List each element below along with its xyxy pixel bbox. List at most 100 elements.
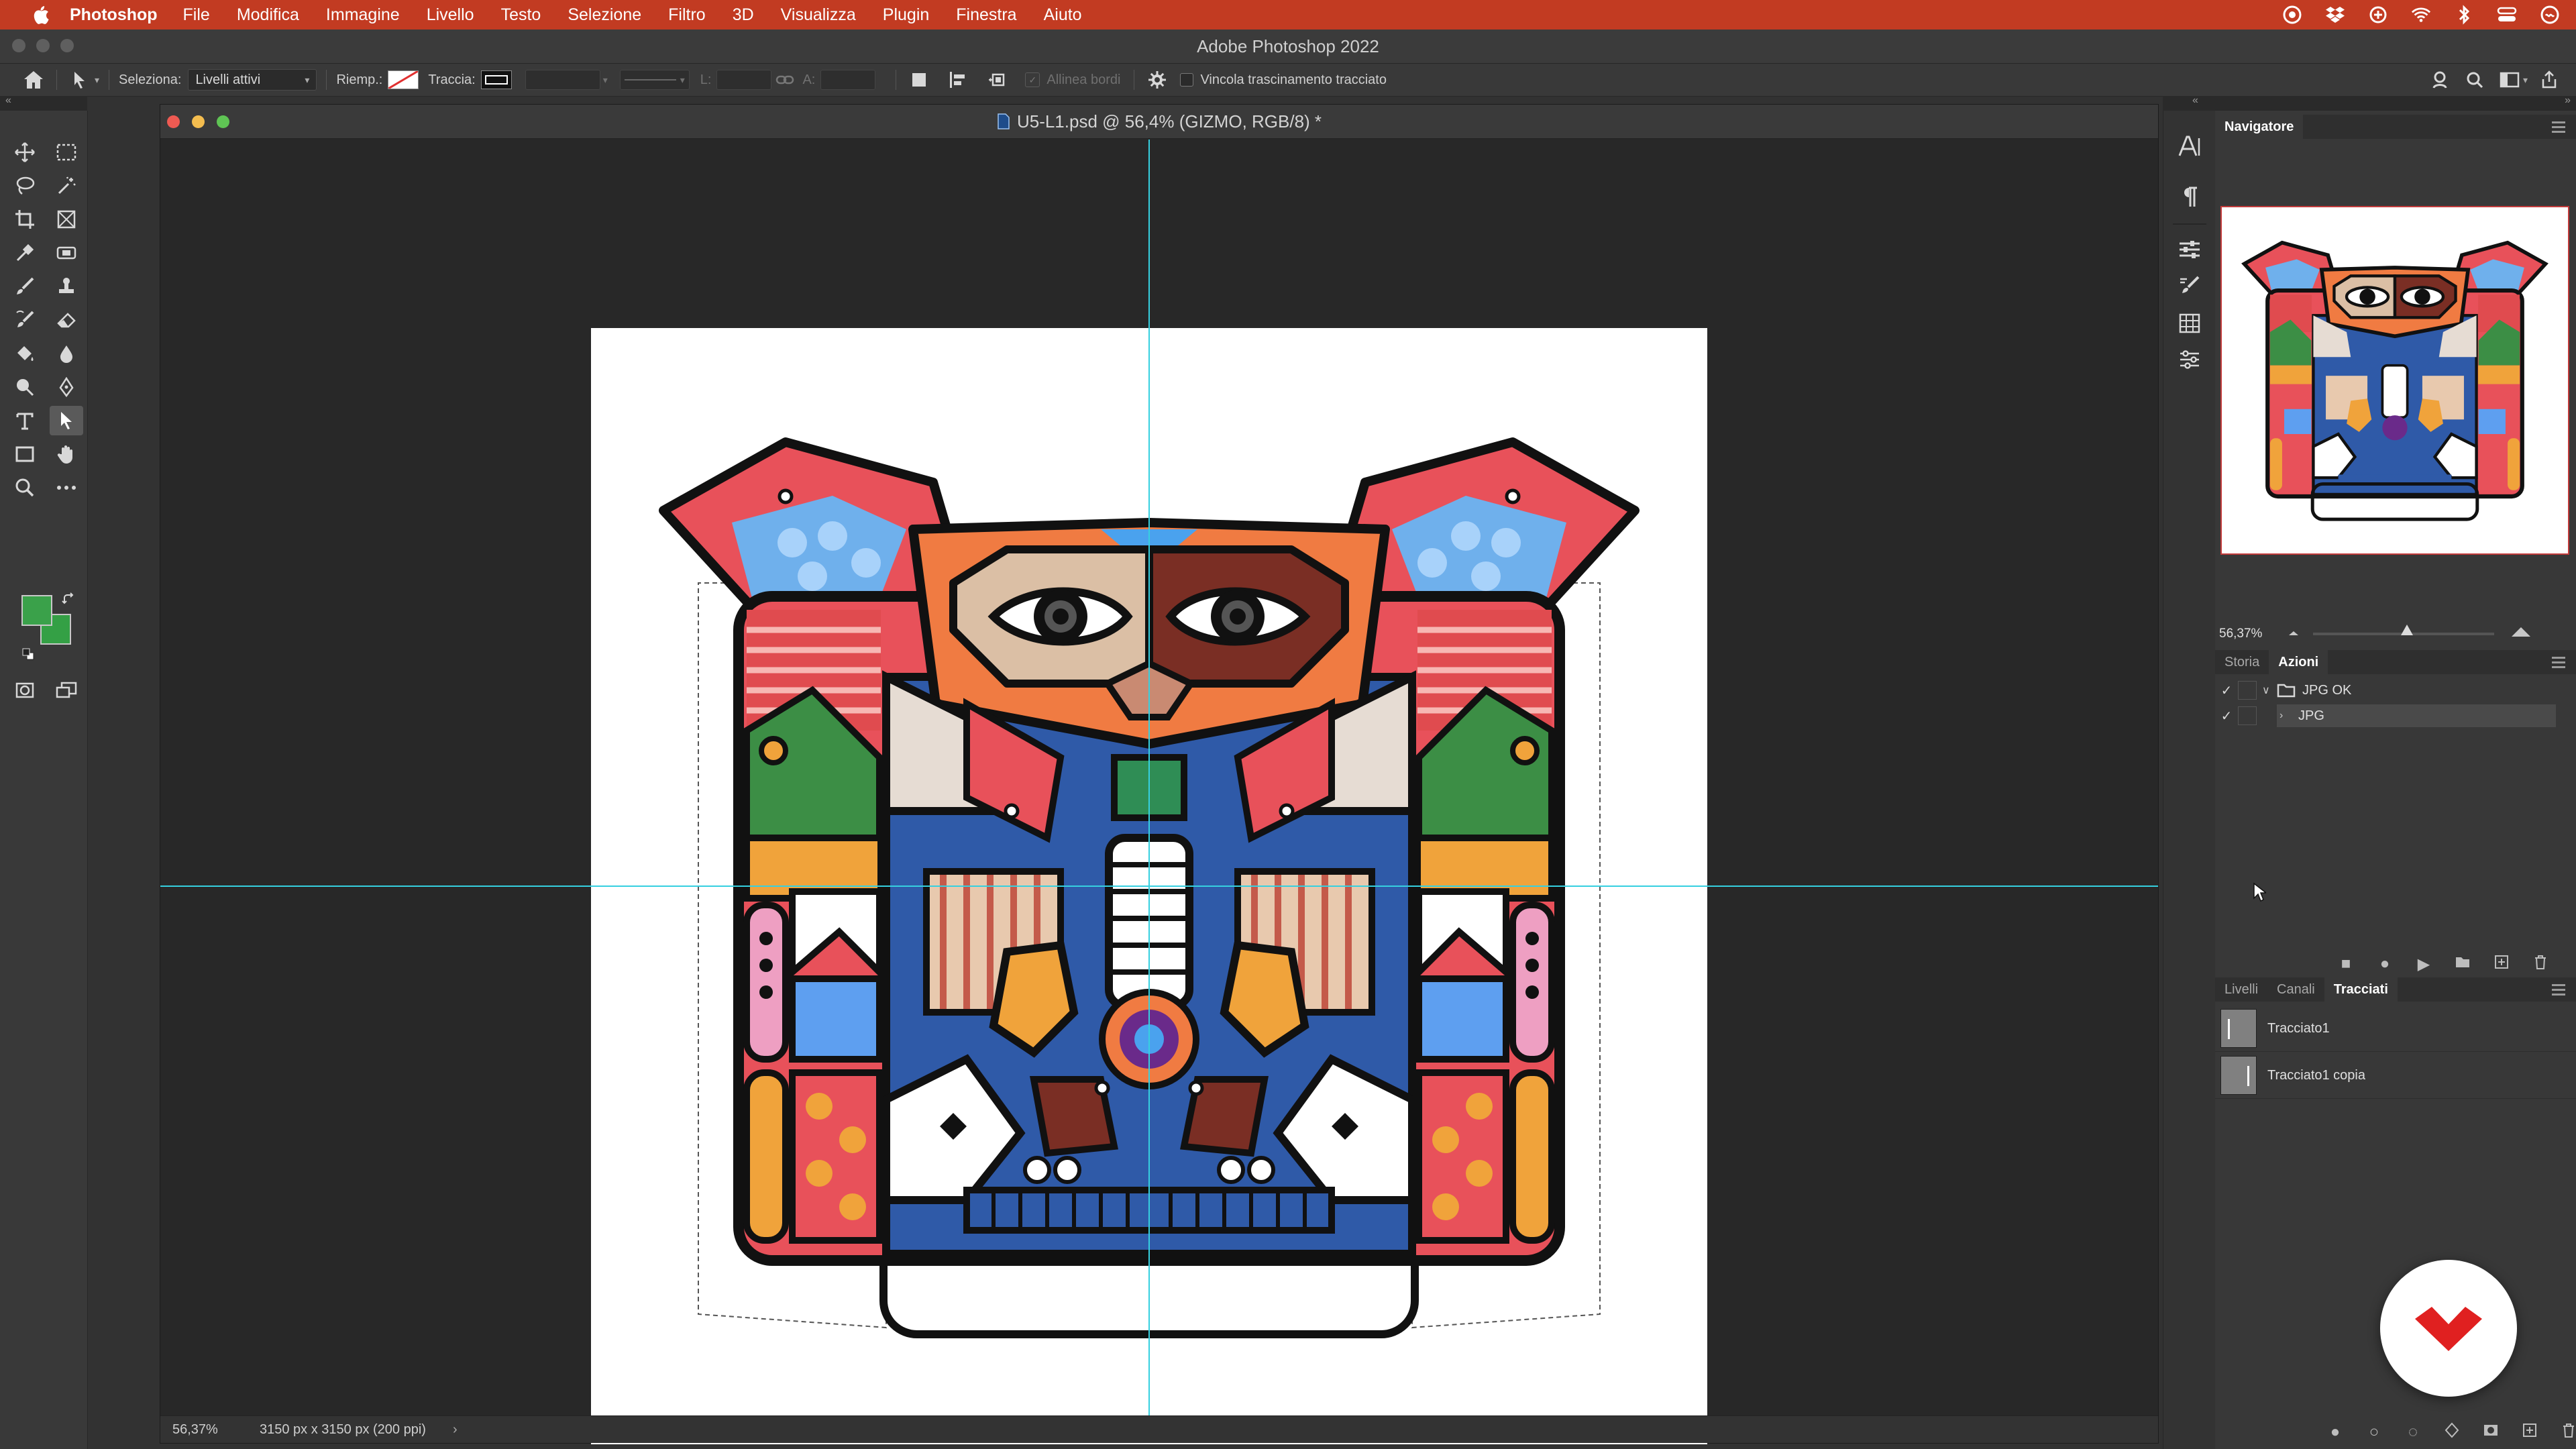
swap-colors-icon[interactable] [62,592,75,609]
height-field[interactable] [820,70,876,90]
menu-visualizza[interactable]: Visualizza [781,5,856,25]
status-chevron-icon[interactable]: › [453,1422,458,1438]
action-dialog-toggle[interactable] [2238,706,2257,725]
paragraph-panel-icon[interactable] [2173,180,2206,214]
properties-panel-icon[interactable] [2173,233,2206,266]
seleziona-select[interactable]: Livelli attivi ▾ [188,69,317,91]
menu-app-name[interactable]: Photoshop [70,5,158,25]
tab-storia[interactable]: Storia [2215,650,2269,674]
menu-livello[interactable]: Livello [427,5,474,25]
learn-icon[interactable] [2426,66,2453,93]
path-alignment-icon[interactable] [945,66,971,93]
vertical-guide[interactable] [1148,140,1150,1415]
bluetooth-icon[interactable] [2454,5,2474,25]
width-field[interactable] [716,70,772,90]
history-brush-icon[interactable] [8,305,42,335]
tab-tracciati[interactable]: Tracciati [2324,977,2398,1002]
action-row[interactable]: ✓ › JPG [2215,704,2576,728]
constrain-path-checkbox[interactable] [1180,73,1194,87]
stroke-swatch[interactable] [480,70,512,89]
menu-modifica[interactable]: Modifica [237,5,299,25]
zoom-out-icon[interactable] [2286,627,2301,642]
action-set-checkbox[interactable]: ✓ [2215,682,2238,699]
stop-icon[interactable]: ■ [2326,955,2365,973]
marquee-icon[interactable] [50,138,83,167]
path-arrangement-icon[interactable] [983,66,1010,93]
menu-testo[interactable]: Testo [501,5,541,25]
default-colors-icon[interactable] [21,647,35,664]
bucket-icon[interactable] [8,339,42,368]
navigator-preview[interactable] [2220,206,2569,555]
rectangle-icon[interactable] [8,439,42,469]
move-icon[interactable] [8,138,42,167]
new-path-icon[interactable] [2510,1423,2549,1442]
patch-icon[interactable] [50,238,83,268]
action-checkbox[interactable]: ✓ [2215,708,2238,724]
quick-mask-icon[interactable] [8,676,42,705]
eyedropper-icon[interactable] [8,238,42,268]
path-row-1[interactable]: Tracciato1 [2215,1006,2576,1052]
control-center-icon[interactable] [2497,5,2517,25]
pen-icon[interactable] [50,372,83,402]
lasso-icon[interactable] [8,171,42,201]
menu-selezione[interactable]: Selezione [568,5,641,25]
menu-plugin[interactable]: Plugin [883,5,930,25]
add-mask-icon[interactable] [2471,1423,2510,1442]
path-select-icon[interactable] [50,406,83,435]
tab-canali[interactable]: Canali [2267,977,2324,1002]
action-expand-icon[interactable]: › [2279,710,2294,722]
menu-aiuto[interactable]: Aiuto [1044,5,1082,25]
status-zoom[interactable]: 56,37% [172,1422,239,1438]
wifi-icon[interactable] [2411,5,2431,25]
new-action-icon[interactable] [2482,955,2521,974]
delete-path-icon[interactable] [2549,1423,2576,1442]
more-icon[interactable] [50,473,83,502]
workspace-icon[interactable] [2496,66,2523,93]
path-row-2[interactable]: Tracciato1 copia [2215,1053,2576,1099]
horizontal-guide[interactable] [160,885,2158,887]
play-icon[interactable]: ▶ [2404,955,2443,974]
actions-menu-icon[interactable] [2552,657,2565,671]
action-set-row[interactable]: ✓ ∨ JPG OK [2215,678,2576,702]
character-panel-icon[interactable] [2173,129,2206,163]
menu-finestra[interactable]: Finestra [956,5,1016,25]
new-set-icon[interactable] [2443,955,2482,973]
align-edges-checkbox[interactable]: ✓ [1025,72,1040,87]
tab-azioni[interactable]: Azioni [2269,650,2328,674]
panels-collapse-strip[interactable]: « » [2163,95,2576,111]
foreground-color-swatch[interactable] [21,595,52,626]
delete-icon[interactable] [2521,955,2560,974]
frame-icon[interactable] [50,205,83,234]
menu-file[interactable]: File [183,5,210,25]
fill-path-icon[interactable]: ● [2316,1423,2355,1442]
navigator-menu-icon[interactable] [2552,121,2565,136]
brush-settings-icon[interactable] [2173,269,2206,303]
path-select-tool-preset-icon[interactable] [66,66,93,93]
navigator-zoom-slider[interactable] [2313,625,2494,635]
gear-icon[interactable] [1144,66,1171,93]
make-path-icon[interactable] [2432,1422,2471,1443]
stroke-width-field[interactable] [525,70,600,90]
menu-filtro[interactable]: Filtro [668,5,706,25]
eraser-icon[interactable] [50,305,83,335]
search-icon[interactable] [2461,66,2488,93]
hand-icon[interactable] [50,439,83,469]
siri-icon[interactable] [2540,5,2560,25]
tab-livelli[interactable]: Livelli [2215,977,2267,1002]
type-icon[interactable] [8,406,42,435]
stamp-icon[interactable] [50,272,83,301]
home-icon[interactable] [20,66,47,93]
stroke-width-chevron-icon[interactable]: ▾ [603,74,608,86]
record-icon[interactable]: ● [2365,955,2404,973]
menu-immagine[interactable]: Immagine [326,5,400,25]
zoom-in-icon[interactable] [2510,626,2532,642]
magic-wand-icon[interactable] [50,171,83,201]
adjustments-icon[interactable] [2173,343,2206,376]
stroke-type-select[interactable]: ▾ [619,70,690,90]
action-set-dialog-toggle[interactable] [2238,681,2257,700]
blur-icon[interactable] [50,339,83,368]
tab-navigatore[interactable]: Navigatore [2215,115,2304,139]
load-selection-icon[interactable]: ◌ [2394,1423,2432,1442]
menu-3d[interactable]: 3D [733,5,754,25]
paths-menu-icon[interactable] [2552,984,2565,998]
